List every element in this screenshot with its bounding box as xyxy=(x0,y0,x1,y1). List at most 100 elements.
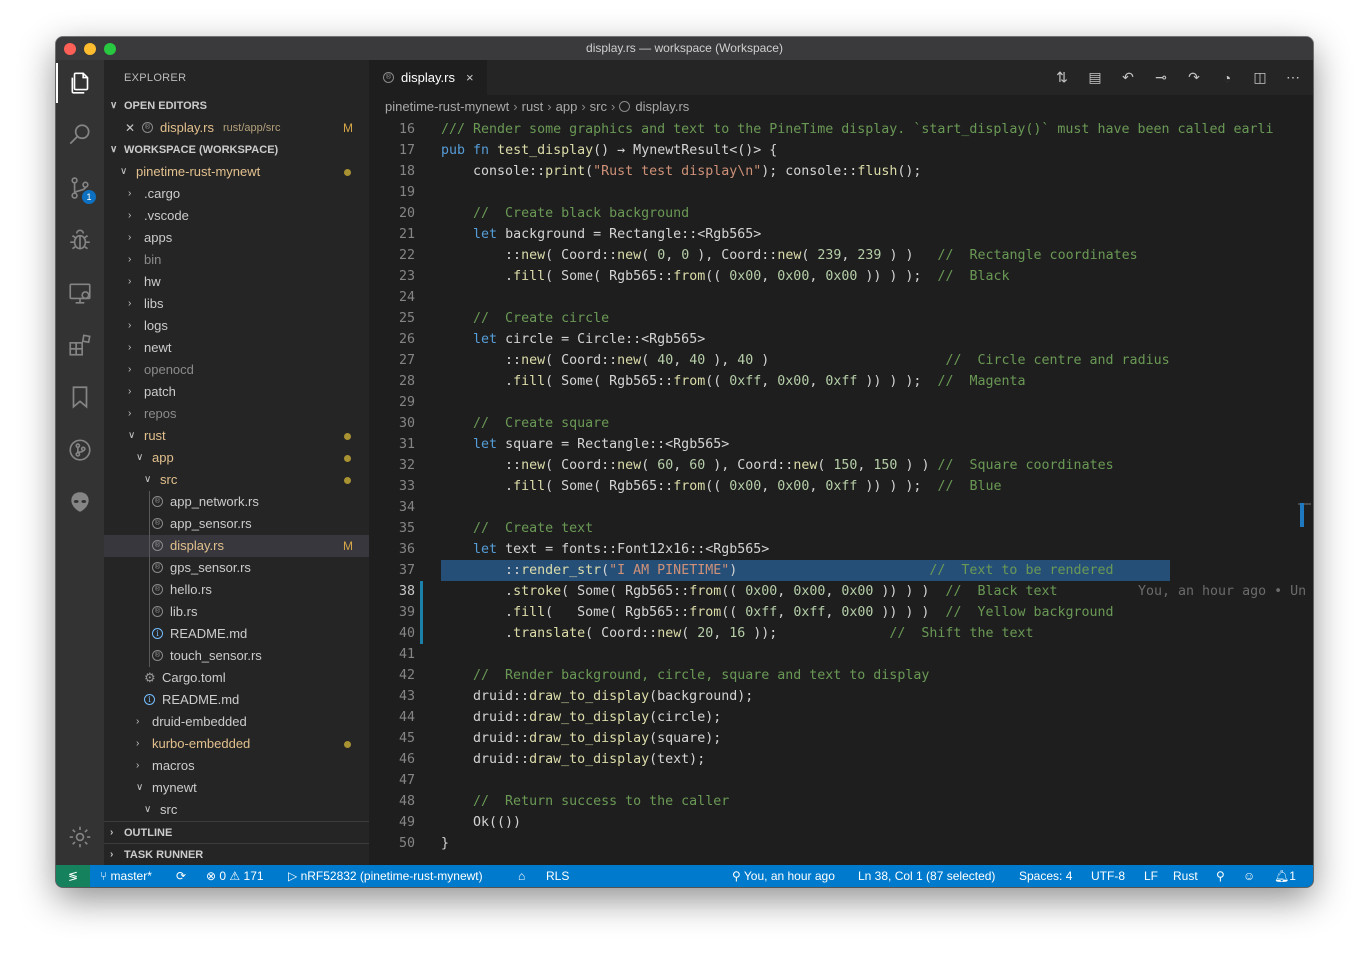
code-line[interactable]: 16 /// Render some graphics and text to t… xyxy=(369,119,1313,140)
target-status[interactable]: ▷ nRF52832 (pinetime-rust-mynewt) xyxy=(288,865,483,887)
code-line[interactable]: 46 druid::draw_to_display(text); xyxy=(369,749,1313,770)
sync-icon[interactable]: ⟳ xyxy=(176,865,186,887)
home-icon[interactable]: ⌂ xyxy=(518,865,525,887)
alien-extension-icon[interactable] xyxy=(56,482,104,522)
git-blame-status[interactable]: ⚲ You, an hour ago xyxy=(732,865,835,887)
code-line[interactable]: 20 // Create black background xyxy=(369,203,1313,224)
tree-file[interactable]: ® touch_sensor.rs xyxy=(104,645,369,667)
code-line[interactable]: 42 // Render background, circle, square … xyxy=(369,665,1313,686)
close-window-button[interactable] xyxy=(64,43,76,55)
feedback-icon[interactable]: ☺ xyxy=(1243,865,1255,887)
next-change-icon[interactable]: ↷ xyxy=(1184,69,1204,86)
git-graph-icon[interactable] xyxy=(56,430,104,470)
code-line[interactable]: 34 xyxy=(369,497,1313,518)
code-line[interactable]: 18 console::print("Rust test display\n")… xyxy=(369,161,1313,182)
workspace-section[interactable]: ∨ WORKSPACE (WORKSPACE) xyxy=(104,139,369,161)
bookmarks-icon[interactable] xyxy=(56,377,104,417)
breadcrumb-item[interactable]: src xyxy=(590,99,607,114)
open-preview-icon[interactable]: ▤ xyxy=(1085,69,1105,86)
code-line[interactable]: 41 xyxy=(369,644,1313,665)
open-editors-section[interactable]: ∨ OPEN EDITORS xyxy=(104,95,369,117)
tree-file[interactable]: i README.md xyxy=(104,623,369,645)
tree-folder[interactable]: ∨ src xyxy=(104,799,369,821)
code-line[interactable]: 19 xyxy=(369,182,1313,203)
code-line[interactable]: 50} xyxy=(369,833,1313,854)
code-line[interactable]: 17 pub fn test_display() → MynewtResult<(… xyxy=(369,140,1313,161)
compare-changes-icon[interactable]: ⇅ xyxy=(1052,69,1072,86)
code-line[interactable]: 40 .translate( Coord::new( 20, 16 )); //… xyxy=(369,623,1313,644)
remote-explorer-icon[interactable] xyxy=(56,273,104,313)
code-line[interactable]: 43 druid::draw_to_display(background); xyxy=(369,686,1313,707)
explorer-icon[interactable] xyxy=(56,63,104,103)
tree-folder[interactable]: › libs xyxy=(104,293,369,315)
language-status[interactable]: Rust xyxy=(1173,865,1198,887)
tree-folder[interactable]: › newt xyxy=(104,337,369,359)
breadcrumb-item[interactable]: app xyxy=(556,99,578,114)
tree-folder[interactable]: ∨ pinetime-rust-mynewt xyxy=(104,161,369,183)
maximize-window-button[interactable] xyxy=(104,43,116,55)
search-icon[interactable] xyxy=(56,115,104,155)
code-line[interactable]: 37 ::render_str("I AM PINETIME") // Text… xyxy=(369,560,1313,581)
code-line[interactable]: 47 xyxy=(369,770,1313,791)
code-line[interactable]: 22 ::new( Coord::new( 0, 0 ), Coord::new… xyxy=(369,245,1313,266)
code-line[interactable]: 23 .fill( Some( Rgb565::from(( 0x00, 0x0… xyxy=(369,266,1313,287)
extensions-icon[interactable] xyxy=(56,325,104,365)
breadcrumb-item[interactable]: rust xyxy=(522,99,544,114)
tree-folder[interactable]: › hw xyxy=(104,271,369,293)
commit-icon[interactable]: ⊸ xyxy=(1151,69,1171,86)
tree-folder[interactable]: › bin xyxy=(104,249,369,271)
live-share-icon[interactable]: ⚲ xyxy=(1216,865,1225,887)
tree-file[interactable]: ® app_sensor.rs xyxy=(104,513,369,535)
source-control-icon[interactable]: 1 xyxy=(56,168,104,208)
tree-file[interactable]: ® gps_sensor.rs xyxy=(104,557,369,579)
code-line[interactable]: 26 let circle = Circle::<Rgb565> xyxy=(369,329,1313,350)
rls-status[interactable]: RLS xyxy=(546,865,569,887)
tree-folder[interactable]: › apps xyxy=(104,227,369,249)
code-line[interactable]: 45 druid::draw_to_display(square); xyxy=(369,728,1313,749)
tree-folder[interactable]: › repos xyxy=(104,403,369,425)
scrollbar-thumb[interactable] xyxy=(1300,503,1304,527)
code-line[interactable]: 27 ::new( Coord::new( 40, 40 ), 40 ) // … xyxy=(369,350,1313,371)
tree-file[interactable]: i README.md xyxy=(104,689,369,711)
tree-folder[interactable]: › druid-embedded xyxy=(104,711,369,733)
code-line[interactable]: 33 .fill( Some( Rgb565::from(( 0x00, 0x0… xyxy=(369,476,1313,497)
tree-file[interactable]: ® lib.rs xyxy=(104,601,369,623)
code-line[interactable]: 39 .fill( Some( Rgb565::from(( 0xff, 0xf… xyxy=(369,602,1313,623)
tree-folder[interactable]: › .cargo xyxy=(104,183,369,205)
code-line[interactable]: 44 druid::draw_to_display(circle); xyxy=(369,707,1313,728)
outline-section[interactable]: › OUTLINE xyxy=(104,821,369,844)
code-line[interactable]: 31 let square = Rectangle::<Rgb565> xyxy=(369,434,1313,455)
open-editor-item[interactable]: ✕ ® display.rs rust/app/src M xyxy=(104,117,369,139)
eol-status[interactable]: LF xyxy=(1144,865,1158,887)
code-line[interactable]: 36 let text = fonts::Font12x16::<Rgb565> xyxy=(369,539,1313,560)
tree-folder[interactable]: › patch xyxy=(104,381,369,403)
debug-icon[interactable] xyxy=(56,220,104,260)
code-line[interactable]: 38 .stroke( Some( Rgb565::from(( 0x00, 0… xyxy=(369,581,1313,602)
task-runner-section[interactable]: › TASK RUNNER xyxy=(104,843,369,866)
tree-folder[interactable]: ∨ mynewt xyxy=(104,777,369,799)
previous-change-icon[interactable]: ↶ xyxy=(1118,69,1138,86)
problems-status[interactable]: ⊗ 0 ⚠ 171 xyxy=(206,865,264,887)
tree-folder[interactable]: › .vscode xyxy=(104,205,369,227)
tree-folder[interactable]: › logs xyxy=(104,315,369,337)
code-line[interactable]: 29 xyxy=(369,392,1313,413)
notifications-status[interactable]: 🔔︎1 xyxy=(1274,865,1296,887)
code-line[interactable]: 28 .fill( Some( Rgb565::from(( 0xff, 0x0… xyxy=(369,371,1313,392)
code-line[interactable]: 25 // Create circle xyxy=(369,308,1313,329)
tree-folder[interactable]: › kurbo-embedded xyxy=(104,733,369,755)
tree-folder[interactable]: ∨ app xyxy=(104,447,369,469)
cursor-position-status[interactable]: Ln 38, Col 1 (87 selected) xyxy=(858,865,995,887)
code-line[interactable]: 21 let background = Rectangle::<Rgb565> xyxy=(369,224,1313,245)
indentation-status[interactable]: Spaces: 4 xyxy=(1019,865,1072,887)
tab-display-rs[interactable]: ® display.rs × xyxy=(369,60,487,95)
code-line[interactable]: 48 // Return success to the caller xyxy=(369,791,1313,812)
tree-file[interactable]: ® app_network.rs xyxy=(104,491,369,513)
code-line[interactable]: 35 // Create text xyxy=(369,518,1313,539)
tree-folder[interactable]: ∨ rust xyxy=(104,425,369,447)
code-editor[interactable]: 16 /// Render some graphics and text to t… xyxy=(369,119,1313,865)
manage-gear-icon[interactable] xyxy=(56,817,104,857)
close-editor-icon[interactable]: ✕ xyxy=(125,117,135,139)
split-editor-icon[interactable]: ◫ xyxy=(1250,69,1270,86)
tree-folder[interactable]: › macros xyxy=(104,755,369,777)
breadcrumb-item[interactable]: display.rs xyxy=(635,99,689,114)
